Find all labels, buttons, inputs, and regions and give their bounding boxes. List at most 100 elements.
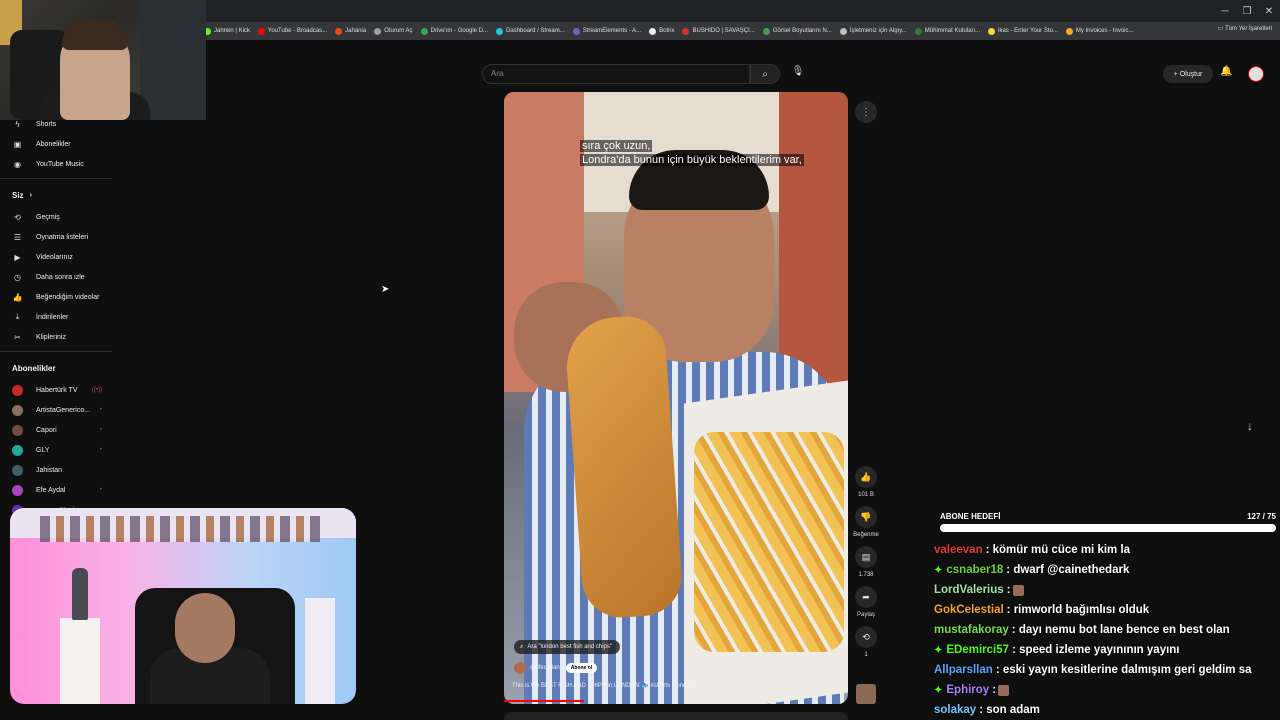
pillar-left <box>60 618 100 704</box>
arrow-down-icon: ↓ <box>1247 419 1253 433</box>
subscription-item[interactable]: Habertürk TV ((•)) <box>0 380 112 400</box>
more-options-button[interactable]: ⋮ <box>855 101 877 123</box>
search-icon: ⌕ <box>762 68 768 80</box>
chat-username[interactable]: csnaber18 <box>946 564 1003 576</box>
comments-action[interactable]: ▤ 1.738 <box>848 546 884 580</box>
streamer-head <box>175 593 235 663</box>
chat-username[interactable]: LordValerius <box>934 584 1004 596</box>
channel-avatar[interactable] <box>514 662 526 674</box>
chat-username[interactable]: mustafakoray <box>934 624 1009 636</box>
subscription-item[interactable]: Capori • <box>0 420 112 440</box>
next-video-button[interactable]: ↓ <box>1247 419 1253 433</box>
sidebar-item[interactable]: ◉ YouTube Music <box>0 154 112 174</box>
bookmark-label: ikas - Enter Your Sto... <box>998 28 1058 34</box>
channel-avatar <box>12 484 23 496</box>
chat-username[interactable]: GokCelestial <box>934 604 1004 616</box>
voice-search-button[interactable]: 🎙 <box>789 66 807 82</box>
bookmark-item[interactable]: YouTube - Broadcas... <box>257 27 327 35</box>
stream-chat: valeevan: kömür mü cüce mi kim la ✦ csnabe… <box>934 540 1280 720</box>
bell-icon: 🔔 <box>1220 66 1233 77</box>
account-avatar[interactable] <box>1248 66 1264 82</box>
sidebar-item[interactable]: ▣ Abonelikler <box>0 134 112 154</box>
subscription-item[interactable]: Efe Aydal • <box>0 480 112 500</box>
chat-username[interactable]: Ephiroy <box>946 684 989 696</box>
goal-progress-fill <box>942 526 1274 530</box>
sound-thumbnail[interactable] <box>856 684 876 704</box>
subscription-label: Jahistan <box>36 466 63 474</box>
bookmark-item[interactable]: My Invoices - Invoic... <box>1065 27 1134 35</box>
bookmark-item[interactable]: Botrix <box>649 27 674 35</box>
music-icon: ◉ <box>14 159 21 169</box>
sidebar-item[interactable]: ⤓ İndirilenler <box>0 307 112 327</box>
sidebar: ϟ Shorts ▣ Abonelikler ◉ YouTube Music Siz › ⟲… <box>0 114 112 520</box>
channel-avatar <box>12 444 23 456</box>
channel-name[interactable]: @lifeofzian <box>530 665 560 671</box>
subscription-item[interactable]: ArtistaGenerico... • <box>0 400 112 420</box>
bookmark-item[interactable]: Mühimmat Kutuları... <box>914 27 980 35</box>
live-indicator-icon: • <box>99 407 102 413</box>
remix-icon[interactable]: ⟲ <box>855 626 877 648</box>
remix-action[interactable]: ⟲ 1 <box>848 626 884 660</box>
close-icon[interactable]: ✕ <box>1258 0 1280 22</box>
bookmark-item[interactable]: ikas - Enter Your Sto... <box>988 27 1058 35</box>
bookmark-item[interactable]: StreamElements - A... <box>572 27 641 35</box>
sidebar-item[interactable]: ☰ Oynatma listeleri <box>0 227 112 247</box>
bookmark-label: Drive'ım - Google D... <box>430 28 489 34</box>
bookmark-item[interactable]: Oturum Aç <box>374 27 413 35</box>
sidebar-you-title: Siz <box>12 190 24 200</box>
bookmark-label: Görsel Boyutlarını N... <box>772 28 832 34</box>
sidebar-item[interactable]: ▶ Videolarınız <box>0 247 112 267</box>
like-action[interactable]: 👍 101 B <box>848 466 884 500</box>
notifications-button[interactable]: 🔔 <box>1220 66 1232 77</box>
short-video-player[interactable]: sıra çok uzun, Londra'da bunun için büyü… <box>504 92 848 704</box>
sidebar-item-label: Abonelikler <box>36 140 71 148</box>
bookmark-item[interactable]: Jahrein | Kick <box>204 27 250 35</box>
comment-icon[interactable]: ▤ <box>855 546 877 568</box>
bookmark-item[interactable]: Drive'ım - Google D... <box>420 27 489 35</box>
subscription-item[interactable]: Jahistan <box>0 460 112 480</box>
chat-text: : speed izleme yayınının yayını <box>1012 644 1180 656</box>
bookmark-item[interactable]: Dashboard / Stream... <box>496 27 565 35</box>
bookmark-item[interactable]: İşletmeniz için Algıy... <box>839 27 907 35</box>
all-bookmarks[interactable]: ▭ Tüm Yer İşaretleri <box>1218 25 1272 32</box>
sidebar-item[interactable]: ◷ Daha sonra izle <box>0 267 112 287</box>
bookmark-item[interactable]: Görsel Boyutlarını N... <box>762 27 832 35</box>
sidebar-item[interactable]: 👍 Beğendiğim videolar <box>0 287 112 307</box>
chat-username[interactable]: Allparsllan <box>934 664 993 676</box>
sidebar-you-header[interactable]: Siz › <box>0 183 112 207</box>
thumbs-down-icon[interactable]: 👎 <box>855 506 877 528</box>
search-button[interactable]: ⌕ <box>750 64 780 84</box>
share-icon[interactable]: ➦ <box>855 586 877 608</box>
chat-username[interactable]: solakay <box>934 704 976 716</box>
sidebar-item[interactable]: ✂ Klipleriniz <box>0 327 112 347</box>
building-right <box>779 92 848 392</box>
clock-icon: ◷ <box>14 272 21 282</box>
thumbs-up-icon[interactable]: 👍 <box>855 466 877 488</box>
sidebar-you-items: ⟲ Geçmiş ☰ Oynatma listeleri ▶ Videolarınız ◷ D… <box>0 207 112 347</box>
video-description[interactable]: This is the BEST FISH AND CHIPS in LONDO… <box>512 682 693 689</box>
bookmark-item[interactable]: Jahania <box>335 27 366 35</box>
minimize-icon[interactable]: ─ <box>1214 0 1236 22</box>
video-progress-bar[interactable] <box>504 700 584 702</box>
bookmark-item[interactable]: BUSHIDO | SAVAŞÇI... <box>682 27 755 35</box>
chat-message: solakay: son adam <box>934 700 1280 720</box>
fried-fish <box>563 313 685 621</box>
shorts-icon: ϟ <box>15 119 20 129</box>
live-indicator-icon: • <box>99 487 102 493</box>
search-input[interactable]: Ara <box>482 64 750 84</box>
sidebar-item[interactable]: ⟲ Geçmiş <box>0 207 112 227</box>
chat-username[interactable]: EDemirci57 <box>946 644 1009 656</box>
subscription-label: Efe Aydal <box>36 486 66 494</box>
chat-username[interactable]: valeevan <box>934 544 983 556</box>
bookmark-favicon-icon <box>496 27 504 35</box>
related-search-chip[interactable]: ⌕ Ara "london best fish and chips" <box>514 640 621 654</box>
restore-icon[interactable]: ❐ <box>1236 0 1258 22</box>
share-action[interactable]: ➦ Paylaş <box>848 586 884 620</box>
subscribe-button[interactable]: Abone ol <box>565 663 598 673</box>
dislike-action[interactable]: 👎 Beğenme <box>848 506 884 540</box>
create-button[interactable]: + Oluştur <box>1163 65 1213 83</box>
subscription-item[interactable]: GLY • <box>0 440 112 460</box>
chat-message: valeevan: kömür mü cüce mi kim la <box>934 540 1280 560</box>
microphone-icon: 🎙 <box>791 66 805 77</box>
bookmark-favicon-icon <box>914 27 922 35</box>
